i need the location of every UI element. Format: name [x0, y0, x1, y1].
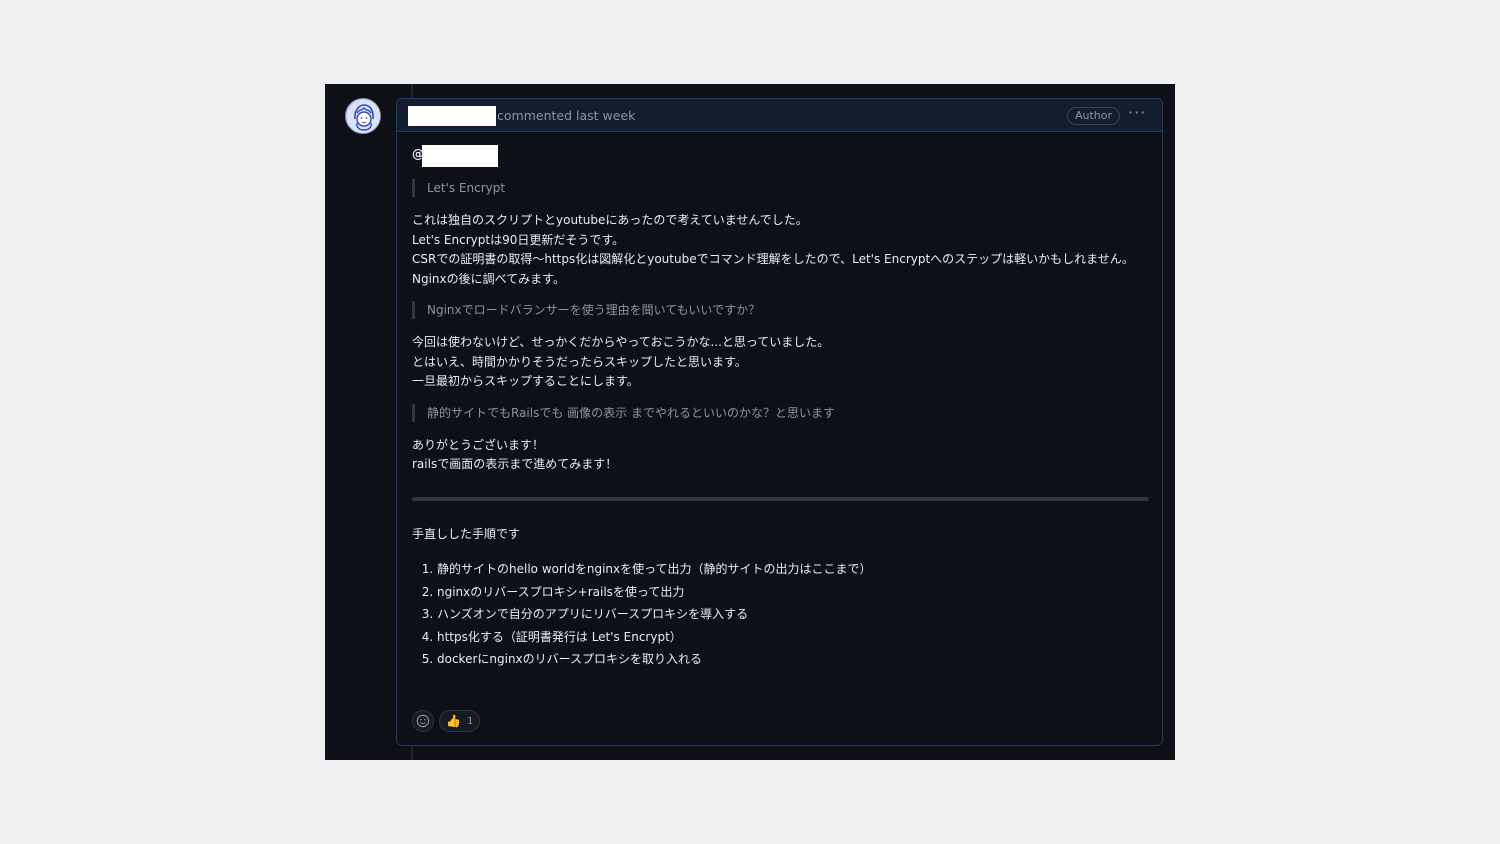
horizontal-rule: [412, 496, 1149, 501]
paragraph-line: CSRでの証明書の取得〜https化は図解化とyoutubeでコマンド理解をした…: [412, 252, 1134, 266]
smiley-icon: [416, 714, 430, 728]
paragraph-line: 今回は使わないけど、せっかくだからやっておこうかな...と思っていました。: [412, 335, 830, 349]
paragraph: ありがとうございます！ railsで画面の表示まで進めてみます！: [412, 436, 1149, 475]
mention-username-redacted[interactable]: [422, 145, 498, 167]
thumbs-up-icon: 👍: [446, 714, 461, 728]
kebab-horizontal-icon[interactable]: ···: [1128, 103, 1146, 122]
comment-box: commented last week Author ··· @ Let's E…: [396, 98, 1163, 746]
thumbs-up-reaction-button[interactable]: 👍 1: [439, 710, 481, 732]
reaction-count: 1: [466, 715, 474, 727]
paragraph-line: Let's Encryptは90日更新だそうです。: [412, 232, 625, 247]
list-item: nginxのリバースプロキシ+railsを使って出力: [437, 581, 1149, 604]
comment-thread: commented last week Author ··· @ Let's E…: [325, 84, 1175, 760]
paragraph-line: 一旦最初からスキップすることにします。: [412, 374, 639, 388]
steps-heading: 手直しした手順です: [412, 526, 521, 541]
steps-list: 静的サイトのhello worldをnginxを使って出力（静的サイトの出力はこ…: [412, 558, 1149, 671]
reactions-bar: 👍 1: [412, 710, 481, 732]
comment-header: commented last week Author ···: [397, 99, 1162, 132]
paragraph-line: Nginxの後に調べてみます。: [412, 271, 565, 286]
avatar-illustration-icon: [347, 100, 380, 133]
comment-timestamp[interactable]: commented last week: [497, 108, 635, 123]
paragraph-line: ありがとうございます！: [412, 437, 545, 452]
paragraph-line: railsで画面の表示まで進めてみます！: [412, 457, 618, 471]
list-item: 静的サイトのhello worldをnginxを使って出力（静的サイトの出力はこ…: [437, 558, 1149, 581]
list-item: https化する（証明書発行は Let's Encrypt）: [437, 626, 1149, 649]
list-item: ハンズオンで自分のアプリにリバースプロキシを導入する: [437, 603, 1149, 626]
list-item: dockerにnginxのリバースプロキシを取り入れる: [437, 648, 1149, 671]
comment-body: @ Let's Encrypt これは独自のスクリプトとyoutubeにあったの…: [412, 145, 1149, 671]
blockquote: Let's Encrypt: [412, 179, 1149, 197]
add-reaction-button[interactable]: [412, 710, 434, 732]
blockquote: 静的サイトでもRailsでも 画像の表示 までやれるといいのかな？と思います: [412, 403, 1149, 422]
mention[interactable]: @: [412, 145, 1149, 167]
paragraph: 今回は使わないけど、せっかくだからやっておこうかな...と思っていました。 とは…: [412, 333, 1149, 392]
paragraph: これは独自のスクリプトとyoutubeにあったので考えていませんでした。 Let…: [412, 211, 1149, 289]
paragraph-line: とはいえ、時間かかりそうだったらスキップしたと思います。: [412, 354, 747, 369]
avatar[interactable]: [345, 98, 381, 134]
paragraph-line: これは独自のスクリプトとyoutubeにあったので考えていませんでした。: [412, 213, 808, 227]
author-name-redacted[interactable]: [408, 106, 496, 126]
author-badge: Author: [1067, 107, 1121, 125]
blockquote: Nginxでロードバランサーを使う理由を聞いてもいいですか？: [412, 301, 1149, 319]
